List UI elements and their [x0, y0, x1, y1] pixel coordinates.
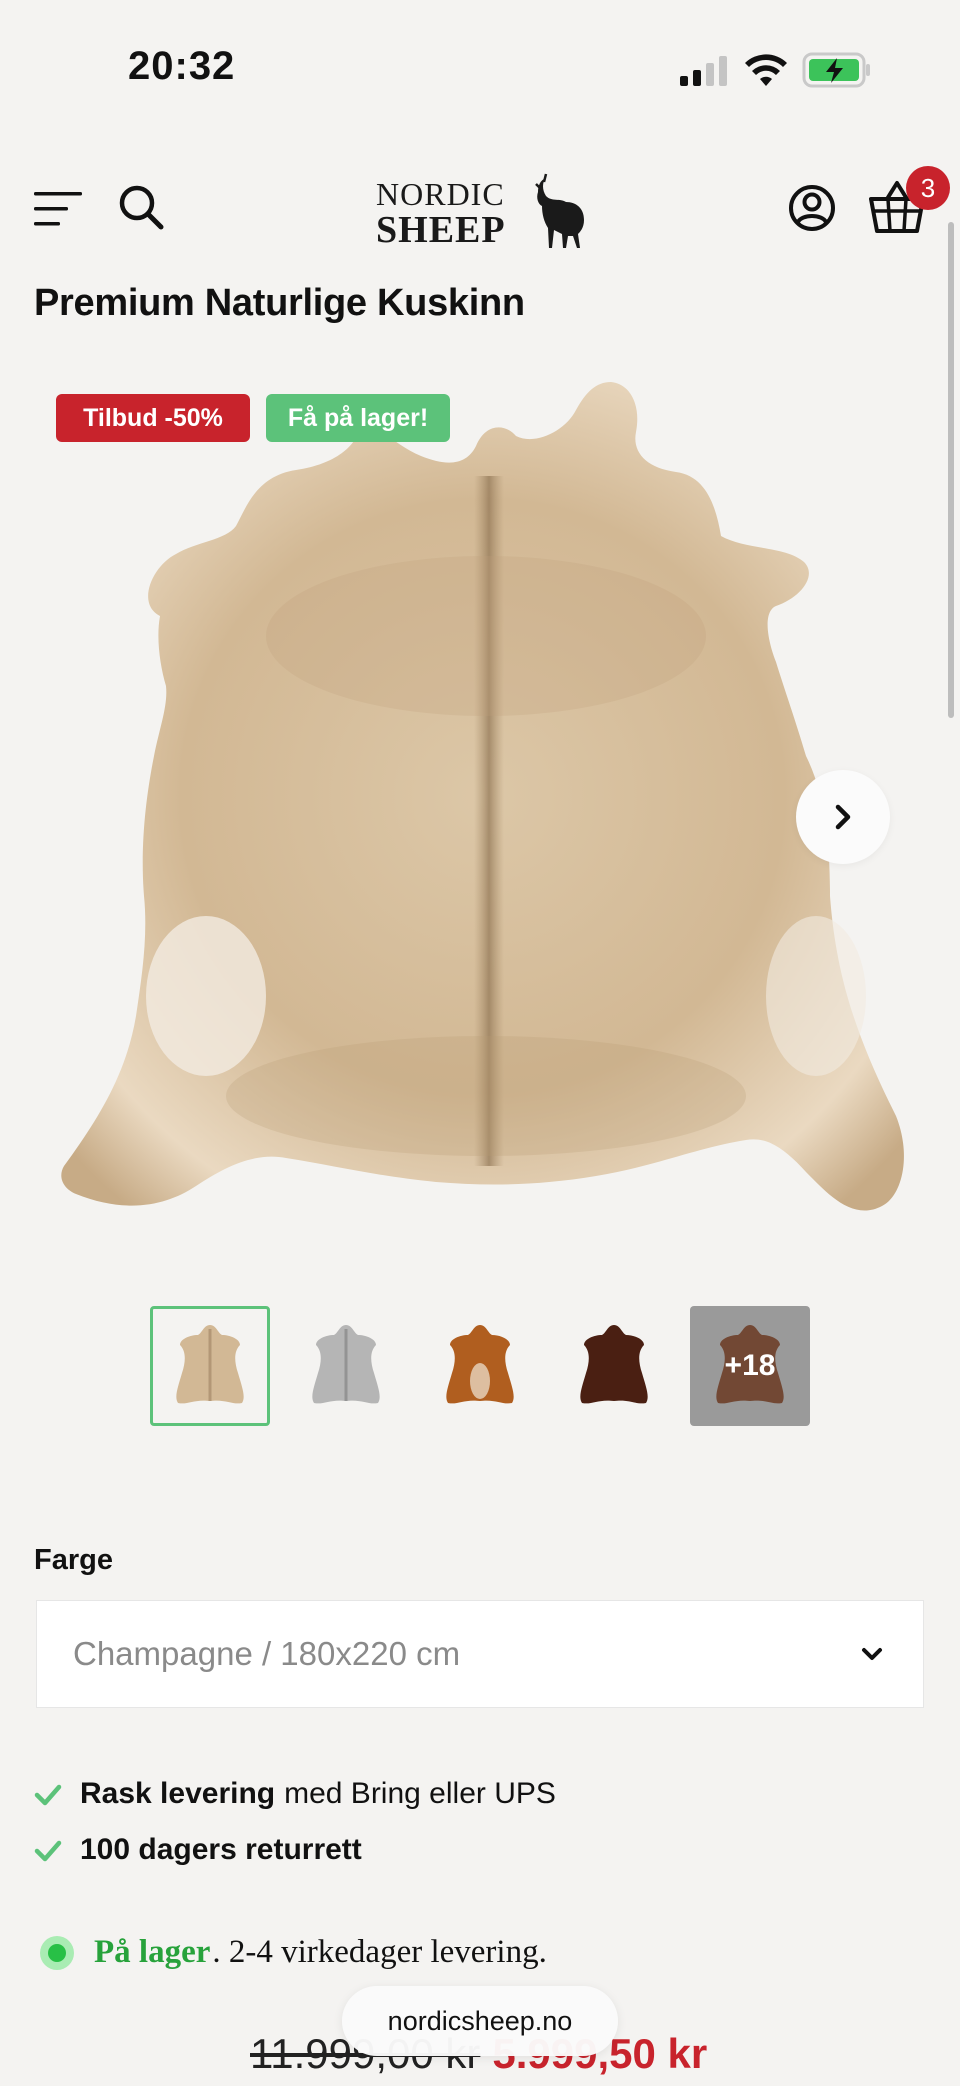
more-images-count: +18 [724, 1349, 776, 1382]
hide-thumbnail-image [312, 1325, 380, 1404]
next-image-button[interactable] [796, 770, 890, 864]
status-bar: 20:32 [0, 0, 960, 140]
chevron-right-icon [835, 804, 851, 830]
hide-thumbnail-image [580, 1325, 648, 1404]
account-icon[interactable] [786, 182, 838, 234]
usp-return-policy: 100 dagers returrett [34, 1830, 371, 1870]
menu-icon[interactable] [32, 184, 86, 234]
sheep-icon [535, 173, 584, 248]
chevron-down-icon [862, 1648, 882, 1660]
logo-text-bottom: SHEEP [376, 209, 506, 251]
usp-text: med Bring eller UPS [284, 1777, 556, 1810]
in-stock-indicator-icon [40, 1935, 74, 1970]
page-scrollbar[interactable] [948, 222, 954, 718]
checkmark-icon [34, 1840, 62, 1862]
search-icon[interactable] [116, 182, 166, 232]
battery-charging-icon [802, 52, 870, 88]
availability-strong: På lager [94, 1934, 211, 1970]
availability-text: . 2-4 virkedager levering. [212, 1934, 547, 1970]
thumbnail-grey[interactable] [286, 1306, 406, 1426]
browser-url-bar[interactable]: nordicsheep.no [342, 1986, 618, 2056]
thumbnail-brown-white[interactable] [420, 1306, 540, 1426]
hide-thumbnail-image [446, 1325, 514, 1404]
nordic-sheep-logo[interactable]: NORDIC SHEEP [372, 170, 594, 251]
thumbnail-champagne[interactable] [150, 1306, 270, 1426]
cart-count-badge: 3 [906, 166, 950, 210]
product-main-image[interactable] [56, 376, 906, 1256]
thumbnail-strip: +18 [150, 1306, 812, 1426]
site-header: NORDIC SHEEP [0, 160, 960, 260]
thumbnail-dark-brown[interactable] [554, 1306, 674, 1426]
checkmark-icon [34, 1784, 62, 1806]
color-size-select[interactable]: Champagne / 180x220 cm [36, 1600, 924, 1708]
selected-variant: Champagne / 180x220 cm [73, 1635, 461, 1672]
hide-thumbnail-image [176, 1325, 244, 1404]
color-label: Farge [34, 1544, 113, 1576]
cellular-signal-icon [680, 56, 727, 86]
wifi-icon [745, 54, 787, 86]
usp-strong: 100 dagers returrett [80, 1833, 362, 1866]
sale-badge: Tilbud -50% [56, 394, 250, 442]
usp-strong: Rask levering [80, 1777, 276, 1810]
status-time: 20:32 [128, 44, 236, 88]
usp-fast-delivery: Rask levering med Bring eller UPS [34, 1774, 556, 1814]
product-title: Premium Naturlige Kuskinn [34, 282, 525, 324]
availability-info: På lager . 2-4 virkedager levering. [40, 1934, 547, 1971]
low-stock-badge: Få på lager! [266, 394, 450, 442]
thumbnail-more-images[interactable]: +18 [690, 1306, 810, 1426]
